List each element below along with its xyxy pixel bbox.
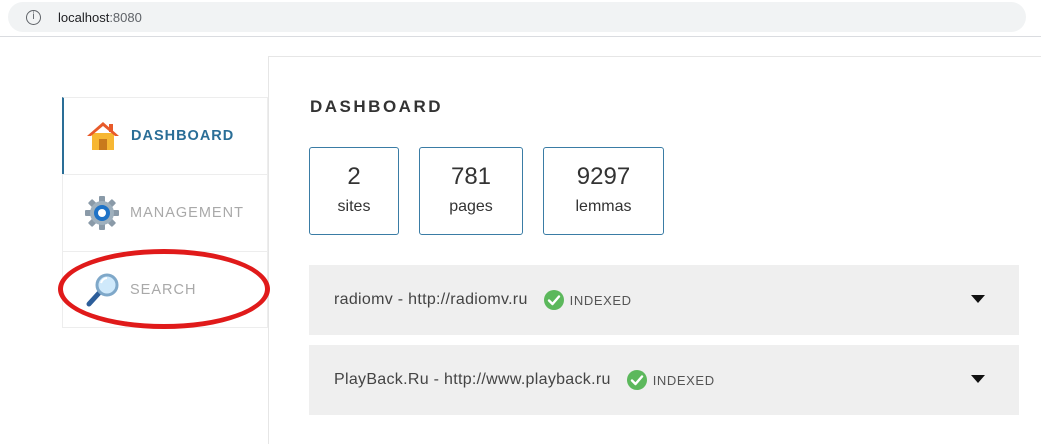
info-icon[interactable]: i bbox=[26, 10, 41, 25]
site-name: PlayBack.Ru - http://www.playback.ru bbox=[334, 371, 611, 388]
stat-value: 2 bbox=[347, 163, 361, 190]
caret-down-icon[interactable] bbox=[971, 295, 985, 303]
stat-label: lemmas bbox=[575, 198, 632, 215]
stat-value: 781 bbox=[450, 163, 492, 190]
stat-value: 9297 bbox=[576, 163, 631, 190]
stat-label: sites bbox=[337, 198, 371, 215]
sidebar-item-label: MANAGEMENT bbox=[130, 205, 244, 221]
home-icon bbox=[87, 122, 119, 150]
status-badge: INDEXED bbox=[569, 292, 632, 308]
magnifier-icon bbox=[86, 273, 119, 306]
sidebar-item-search[interactable]: SEARCH bbox=[62, 251, 268, 328]
site-name: radiomv - http://radiomv.ru bbox=[334, 291, 528, 308]
stat-card-pages: 781 pages bbox=[419, 147, 523, 235]
url-field[interactable]: i localhost:8080 bbox=[8, 2, 1026, 32]
stat-label: pages bbox=[449, 198, 493, 215]
site-row[interactable]: radiomv - http://radiomv.ru INDEXED bbox=[309, 265, 1019, 335]
browser-address-bar: i localhost:8080 bbox=[0, 0, 1041, 36]
url-host: localhost bbox=[58, 10, 110, 25]
site-row[interactable]: PlayBack.Ru - http://www.playback.ru IND… bbox=[309, 345, 1019, 415]
sidebar-item-dashboard[interactable]: DASHBOARD bbox=[62, 97, 268, 174]
check-circle-icon bbox=[543, 290, 564, 310]
sidebar-item-label: DASHBOARD bbox=[131, 128, 235, 144]
check-circle-icon bbox=[626, 370, 647, 390]
sidebar-nav: DASHBOARD MANAGEMENT SEARCH bbox=[62, 97, 268, 328]
page-title: DASHBOARD bbox=[310, 97, 443, 116]
url-port: :8080 bbox=[109, 10, 142, 25]
sidebar-item-management[interactable]: MANAGEMENT bbox=[62, 174, 268, 251]
toolbar-divider bbox=[0, 36, 1041, 37]
url-text[interactable]: localhost:8080 bbox=[58, 10, 142, 25]
stat-card-lemmas: 9297 lemmas bbox=[543, 147, 664, 235]
status-badge: INDEXED bbox=[652, 372, 715, 388]
gear-icon bbox=[85, 196, 119, 230]
sidebar-item-label: SEARCH bbox=[130, 281, 197, 298]
stat-card-sites: 2 sites bbox=[309, 147, 399, 235]
caret-down-icon[interactable] bbox=[971, 375, 985, 383]
